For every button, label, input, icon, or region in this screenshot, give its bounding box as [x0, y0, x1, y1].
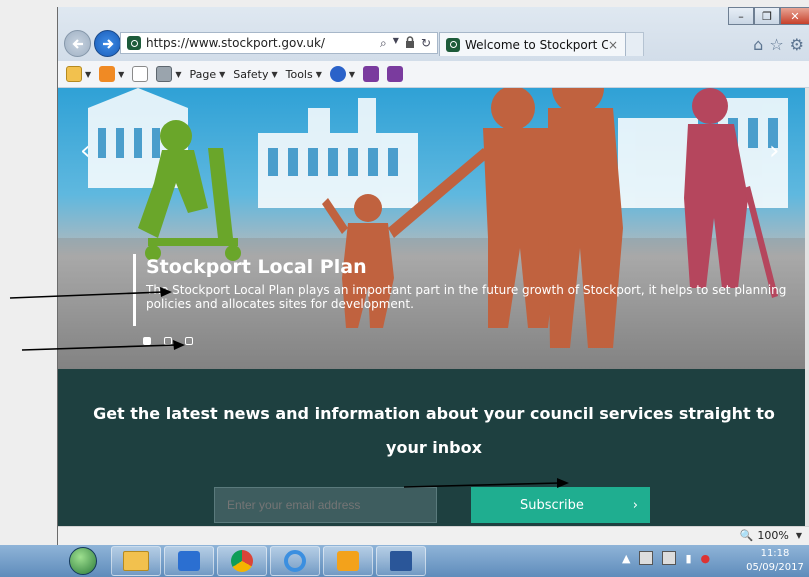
back-arrow-icon: [71, 38, 83, 49]
window-controls: – ❐ ✕: [728, 7, 809, 25]
taskbar-explorer[interactable]: [111, 546, 161, 576]
taskbar-word[interactable]: [376, 546, 426, 576]
command-bar: ▼ ▼ ▼ Page ▼ Safety ▼ Tools ▼ ▼: [58, 61, 809, 88]
browser-window: https://www.stockport.gov.uk/ ⌕ ▼ ↻ Welc…: [57, 7, 809, 545]
clock-time: 11:18: [760, 548, 790, 559]
taskbar-outlook-express[interactable]: [323, 546, 373, 576]
tools-menu[interactable]: Tools ▼: [286, 68, 322, 81]
back-button[interactable]: [64, 30, 91, 57]
outlook-icon: [178, 551, 200, 571]
browser-title-bar: https://www.stockport.gov.uk/ ⌕ ▼ ↻ Welc…: [58, 7, 809, 61]
refresh-icon[interactable]: ↻: [421, 36, 431, 51]
newsletter-section: Get the latest news and information abou…: [58, 369, 809, 526]
address-bar[interactable]: https://www.stockport.gov.uk/ ⌕ ▼ ↻: [120, 32, 438, 54]
hero-title[interactable]: Stockport Local Plan: [146, 256, 803, 278]
tab-title[interactable]: Welcome to Stockport Cou...: [465, 38, 608, 52]
site-favicon-icon: [127, 36, 141, 50]
help-icon: [329, 66, 346, 82]
tab-favicon-icon: [446, 37, 460, 52]
chevron-right-icon: ›: [632, 497, 638, 513]
onenote-linked-notes-button[interactable]: [387, 66, 404, 82]
page-scrollbar[interactable]: [805, 88, 809, 526]
system-clock[interactable]: 11:18 05/09/2017: [744, 547, 806, 575]
printer-icon: [156, 66, 173, 82]
lock-icon[interactable]: [405, 35, 415, 51]
forward-arrow-icon: [102, 38, 114, 49]
search-icon[interactable]: ⌕: [380, 36, 387, 51]
browser-tab[interactable]: Welcome to Stockport Cou... ×: [439, 32, 626, 56]
newsletter-heading: Get the latest news and information abou…: [93, 404, 775, 457]
page-menu[interactable]: Page ▼: [189, 68, 225, 81]
tab-close-icon[interactable]: ×: [608, 38, 618, 52]
show-hidden-icons-icon[interactable]: ▲: [622, 552, 630, 565]
home-menu[interactable]: ▼: [66, 66, 91, 82]
status-bar: 🔍 100% ▼: [58, 526, 809, 545]
carousel-dot-3[interactable]: [185, 337, 193, 345]
minimize-button[interactable]: –: [728, 7, 754, 25]
onenote-linked-icon: [387, 66, 404, 82]
network-icon[interactable]: [662, 551, 677, 565]
signal-icon[interactable]: ▮: [685, 552, 691, 565]
clock-date: 05/09/2017: [746, 562, 804, 573]
page-menu-label: Page: [189, 67, 217, 81]
forward-button[interactable]: [94, 30, 121, 57]
maximize-button[interactable]: ❐: [754, 7, 780, 25]
new-tab-button[interactable]: [626, 32, 644, 56]
windows-taskbar: ▲ ▮ ● 11:18 05/09/2017: [0, 545, 809, 577]
settings-gear-icon[interactable]: ⚙: [790, 35, 804, 54]
home-icon: [66, 66, 82, 82]
subscribe-button[interactable]: Subscribe ›: [471, 487, 650, 523]
carousel-next-button[interactable]: ›: [769, 136, 779, 166]
taskbar-outlook[interactable]: [164, 546, 214, 576]
zoom-icon: 🔍: [739, 529, 754, 542]
email-input[interactable]: [214, 487, 437, 523]
windows-start-orb-icon: [69, 547, 97, 575]
carousel-dot-1[interactable]: [143, 337, 151, 345]
carousel-dot-2[interactable]: [164, 337, 172, 345]
system-tray: ▲ ▮ ●: [622, 551, 710, 565]
start-button[interactable]: [66, 545, 100, 577]
address-url[interactable]: https://www.stockport.gov.uk/: [146, 36, 380, 50]
taskbar-chrome[interactable]: [217, 546, 267, 576]
windows-explorer-icon: [123, 551, 149, 571]
onenote-send-button[interactable]: [363, 66, 380, 82]
rss-feed-icon: [99, 66, 116, 82]
print-menu[interactable]: ▼: [156, 66, 181, 82]
mail-icon: [132, 66, 149, 82]
internet-explorer-icon: [284, 550, 306, 572]
zoom-level[interactable]: 100%: [757, 529, 788, 542]
safety-menu-label: Safety: [233, 67, 269, 81]
carousel-indicators: [143, 337, 193, 345]
tools-menu-label: Tools: [285, 67, 313, 81]
safety-menu[interactable]: Safety ▼: [233, 68, 277, 81]
subscribe-label: Subscribe: [519, 497, 584, 513]
onenote-icon: [363, 66, 380, 82]
home-icon[interactable]: ⌂: [753, 35, 763, 54]
hero-caption: Stockport Local Plan The Stockport Local…: [133, 254, 803, 326]
hero-description: The Stockport Local Plan plays an import…: [146, 283, 787, 311]
favorites-star-icon[interactable]: ☆: [769, 35, 783, 54]
outlook-express-icon: [337, 551, 359, 571]
read-mail-button[interactable]: [132, 66, 149, 82]
taskbar-internet-explorer[interactable]: [270, 546, 320, 576]
volume-muted-icon[interactable]: ●: [701, 552, 711, 565]
zoom-dropdown-icon[interactable]: ▼: [796, 531, 802, 540]
hero-carousel: ‹ › Stockport Local Plan The Stockport L…: [58, 88, 809, 369]
rss-feeds-menu[interactable]: ▼: [99, 66, 124, 82]
word-icon: [390, 551, 412, 571]
dropdown-caret-icon[interactable]: ▼: [393, 36, 399, 51]
zoom-control[interactable]: 🔍 100% ▼: [740, 529, 802, 542]
carousel-prev-button[interactable]: ‹: [80, 136, 90, 166]
hero-illustration: [58, 88, 809, 369]
chrome-icon: [231, 550, 253, 572]
close-window-button[interactable]: ✕: [780, 7, 809, 25]
help-menu[interactable]: ▼: [329, 66, 355, 82]
action-center-icon[interactable]: [639, 551, 654, 565]
